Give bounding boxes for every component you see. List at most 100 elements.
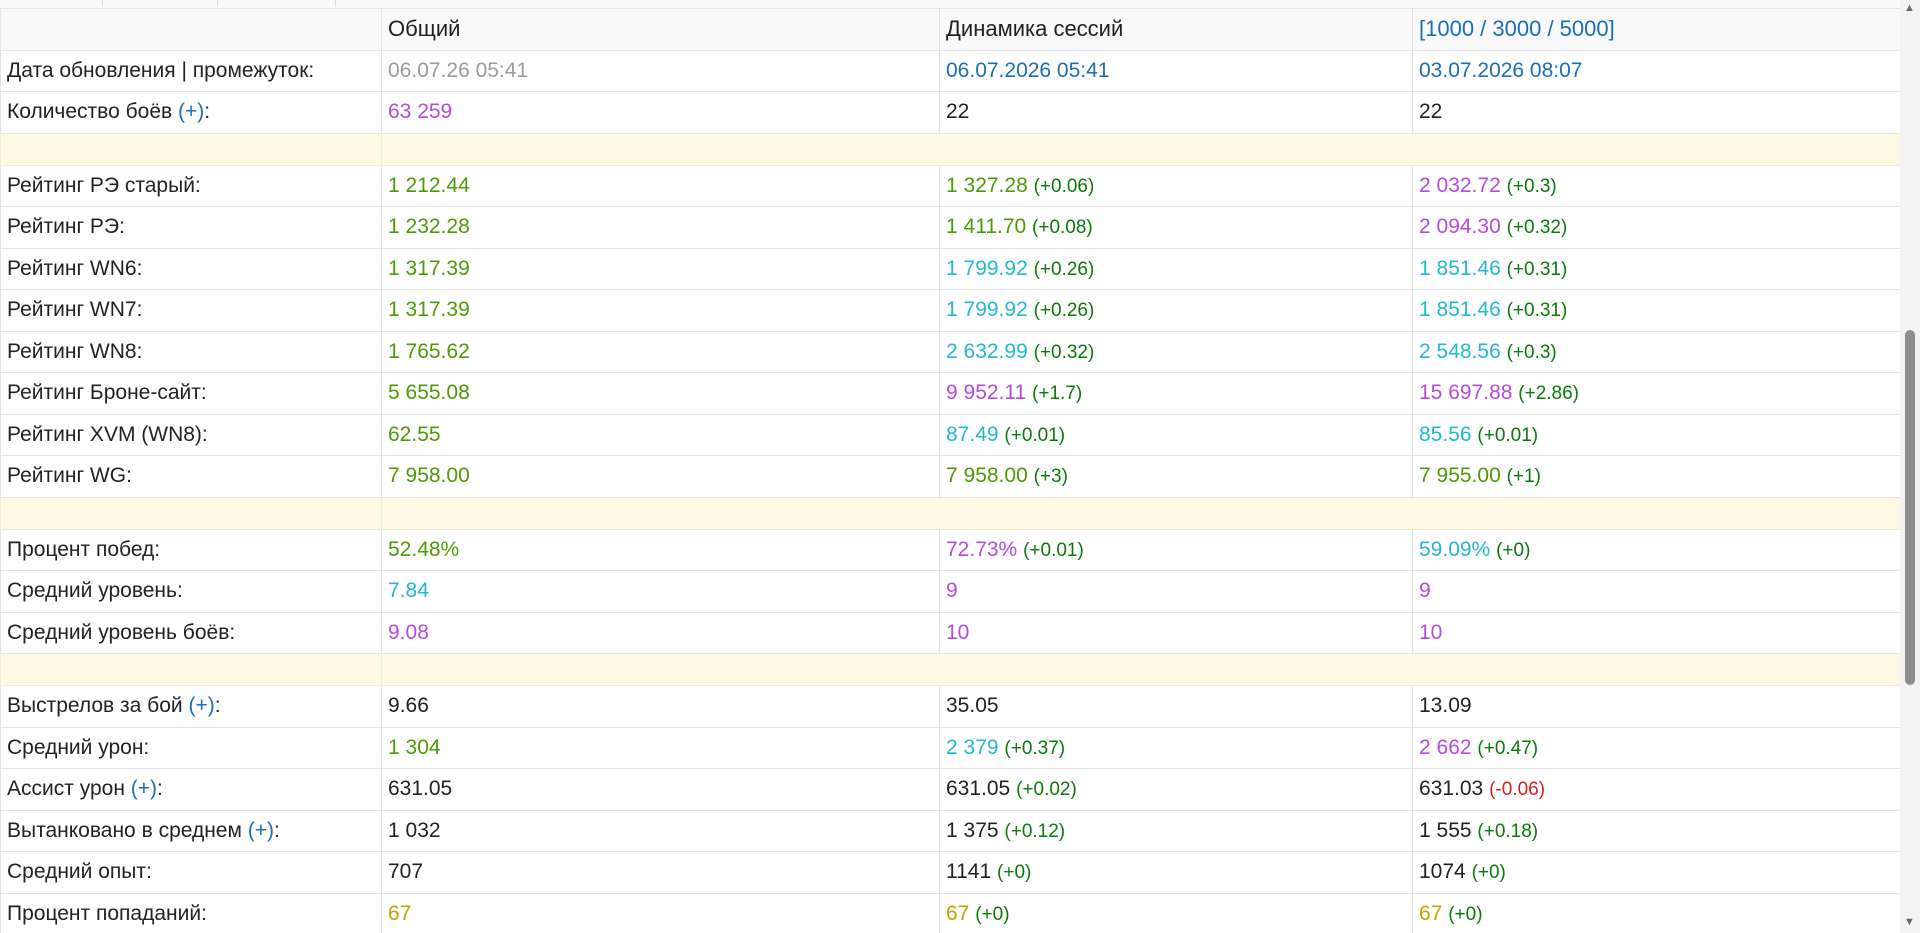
value-cell-general: 1 232.28	[381, 206, 940, 249]
update-date-ranges[interactable]: 03.07.2026 08:07	[1412, 49, 1901, 92]
expand-link[interactable]: (+)	[131, 777, 157, 800]
stat-row: Рейтинг РЭ старый: 1 212.44 1 327.28 (+0.0…	[0, 164, 1901, 207]
stat-delta: (+0.31)	[1506, 300, 1568, 322]
stat-label-cell: Средний уровень:	[0, 570, 382, 613]
stat-value: 67	[946, 901, 970, 925]
header-dynamics: Динамика сессий	[939, 8, 1413, 51]
stat-label-cell: Ассист урон (+):	[0, 768, 382, 811]
stat-delta: (+0.06)	[1033, 175, 1095, 197]
header-row: Общий Динамика сессий [1000 / 3000 / 500…	[0, 8, 1901, 51]
value-cell-ranges: 13.09	[1412, 685, 1901, 728]
stat-delta: (+0.18)	[1477, 820, 1539, 842]
value-cell-ranges: 1 555 (+0.18)	[1412, 809, 1901, 852]
value-cell-dynamics: 9	[939, 570, 1413, 613]
value-cell-ranges: 631.03 (-0.06)	[1412, 768, 1901, 811]
tab-2[interactable]	[102, 0, 218, 7]
value-cell-dynamics: 1 799.92 (+0.26)	[939, 289, 1413, 332]
stat-delta: (+0.32)	[1033, 341, 1095, 363]
stat-label: Рейтинг РЭ:	[7, 215, 125, 239]
stat-delta: (+0)	[997, 862, 1032, 884]
stat-delta: (+0.47)	[1477, 737, 1539, 759]
stat-value: 1 411.70	[946, 215, 1027, 239]
spacer-cell	[0, 496, 382, 530]
tab-1[interactable]	[0, 0, 103, 7]
update-date-general: 06.07.26 05:41	[381, 49, 940, 92]
vertical-scrollbar[interactable]: ▲ ▼	[1900, 0, 1920, 933]
stat-row: Рейтинг WG: 7 958.00 7 958.00 (+3) 7 955.00…	[0, 455, 1901, 498]
value-cell-ranges: 1074 (+0)	[1412, 851, 1901, 894]
stats-table-body: Общий Динамика сессий [1000 / 3000 / 500…	[0, 8, 1901, 933]
stat-label: Ассист урон	[7, 777, 125, 801]
value-cell-general: 1 032	[381, 809, 940, 852]
value-cell-general: 7 958.00	[381, 455, 940, 498]
stat-label-cell: Рейтинг WN6:	[0, 247, 382, 290]
value-cell-dynamics: 7 958.00 (+3)	[939, 455, 1413, 498]
stat-value: 7 955.00	[1419, 464, 1501, 488]
stat-label-cell: Процент попаданий:	[0, 892, 382, 933]
stat-label: Рейтинг WN6:	[7, 256, 143, 280]
tab-3[interactable]	[217, 0, 336, 7]
stat-row: Процент побед: 52.48% 72.73% (+0.01) 59.09%…	[0, 528, 1901, 571]
expand-link[interactable]: (+)	[248, 819, 274, 842]
battles-count-row: Количество боёв (+): 63 259 22 22	[0, 91, 1901, 134]
battles-count-expand-link[interactable]: (+)	[178, 100, 204, 123]
stat-label-colon: :	[157, 777, 163, 801]
stat-row: Рейтинг WN8: 1 765.62 2 632.99 (+0.32) 2 54…	[0, 330, 1901, 373]
header-general: Общий	[381, 8, 940, 51]
stat-value: 9	[946, 579, 958, 603]
spacer-cell	[381, 653, 1901, 686]
value-cell-general: 5 655.08	[381, 372, 940, 415]
stat-label-cell: Выстрелов за бой (+):	[0, 685, 382, 728]
stat-value: 1 232.28	[388, 215, 470, 239]
stat-row: Рейтинг XVM (WN8): 62.55 87.49 (+0.01) 85.5…	[0, 413, 1901, 456]
stat-label: Рейтинг Броне-сайт:	[7, 381, 207, 405]
stat-delta: (+0.12)	[1004, 820, 1066, 842]
value-cell-dynamics: 1141 (+0)	[939, 851, 1413, 894]
stat-label: Процент попаданий:	[7, 901, 207, 925]
stat-value: 67	[388, 901, 412, 925]
spacer-cell	[381, 132, 1901, 166]
stat-value: 2 548.56	[1419, 339, 1501, 363]
value-cell-ranges: 59.09% (+0)	[1412, 528, 1901, 571]
stat-label: Рейтинг РЭ старый:	[7, 173, 201, 197]
expand-link[interactable]: (+)	[188, 694, 214, 717]
battles-count-ranges: 22	[1412, 91, 1901, 134]
scrollbar-thumb[interactable]	[1905, 330, 1915, 685]
value-cell-dynamics: 1 327.28 (+0.06)	[939, 164, 1413, 207]
stat-label: Вытанковано в среднем	[7, 818, 242, 842]
stat-row: Рейтинг WN7: 1 317.39 1 799.92 (+0.26) 1 85…	[0, 289, 1901, 332]
value-cell-dynamics: 10	[939, 611, 1413, 654]
value-cell-ranges: 15 697.88 (+2.86)	[1412, 372, 1901, 415]
stat-value: 9	[1419, 579, 1431, 603]
stat-label-cell: Процент побед:	[0, 528, 382, 571]
scroll-down-icon[interactable]: ▼	[1904, 916, 1915, 928]
stat-value: 5 655.08	[388, 381, 470, 405]
stat-label-cell: Рейтинг WN7:	[0, 289, 382, 332]
stat-value: 10	[1419, 620, 1443, 644]
stat-value: 1 317.39	[388, 256, 470, 280]
update-date-row: Дата обновления | промежуток: 06.07.26 0…	[0, 49, 1901, 92]
scroll-up-icon[interactable]: ▲	[1904, 2, 1915, 14]
value-cell-ranges: 85.56 (+0.01)	[1412, 413, 1901, 456]
value-cell-general: 707	[381, 851, 940, 894]
stat-value: 1 304	[388, 735, 441, 759]
value-cell-general: 631.05	[381, 768, 940, 811]
value-cell-general: 1 317.39	[381, 289, 940, 332]
stat-delta: (+0)	[1496, 539, 1531, 561]
value-cell-general: 9.66	[381, 685, 940, 728]
stat-row: Средний уровень боёв: 9.08 10 10	[0, 611, 1901, 654]
section-spacer	[0, 653, 1901, 686]
stat-value: 1 799.92	[946, 298, 1028, 322]
stat-value: 1 765.62	[388, 339, 470, 363]
header-ranges-link[interactable]: [1000 / 3000 / 5000]	[1412, 8, 1901, 51]
stat-value: 631.03	[1419, 777, 1484, 801]
battles-count-label-cell: Количество боёв (+):	[0, 91, 382, 134]
stat-row: Ассист урон (+): 631.05 631.05 (+0.02) 631.…	[0, 768, 1901, 811]
stat-label-cell: Рейтинг РЭ старый:	[0, 164, 382, 207]
value-cell-general: 9.08	[381, 611, 940, 654]
value-cell-ranges: 2 032.72 (+0.3)	[1412, 164, 1901, 207]
stat-value: 1 375	[946, 818, 999, 842]
stats-table-container: Общий Динамика сессий [1000 / 3000 / 500…	[0, 8, 1901, 933]
update-date-dynamics[interactable]: 06.07.2026 05:41	[939, 49, 1413, 92]
value-cell-dynamics: 1 799.92 (+0.26)	[939, 247, 1413, 290]
